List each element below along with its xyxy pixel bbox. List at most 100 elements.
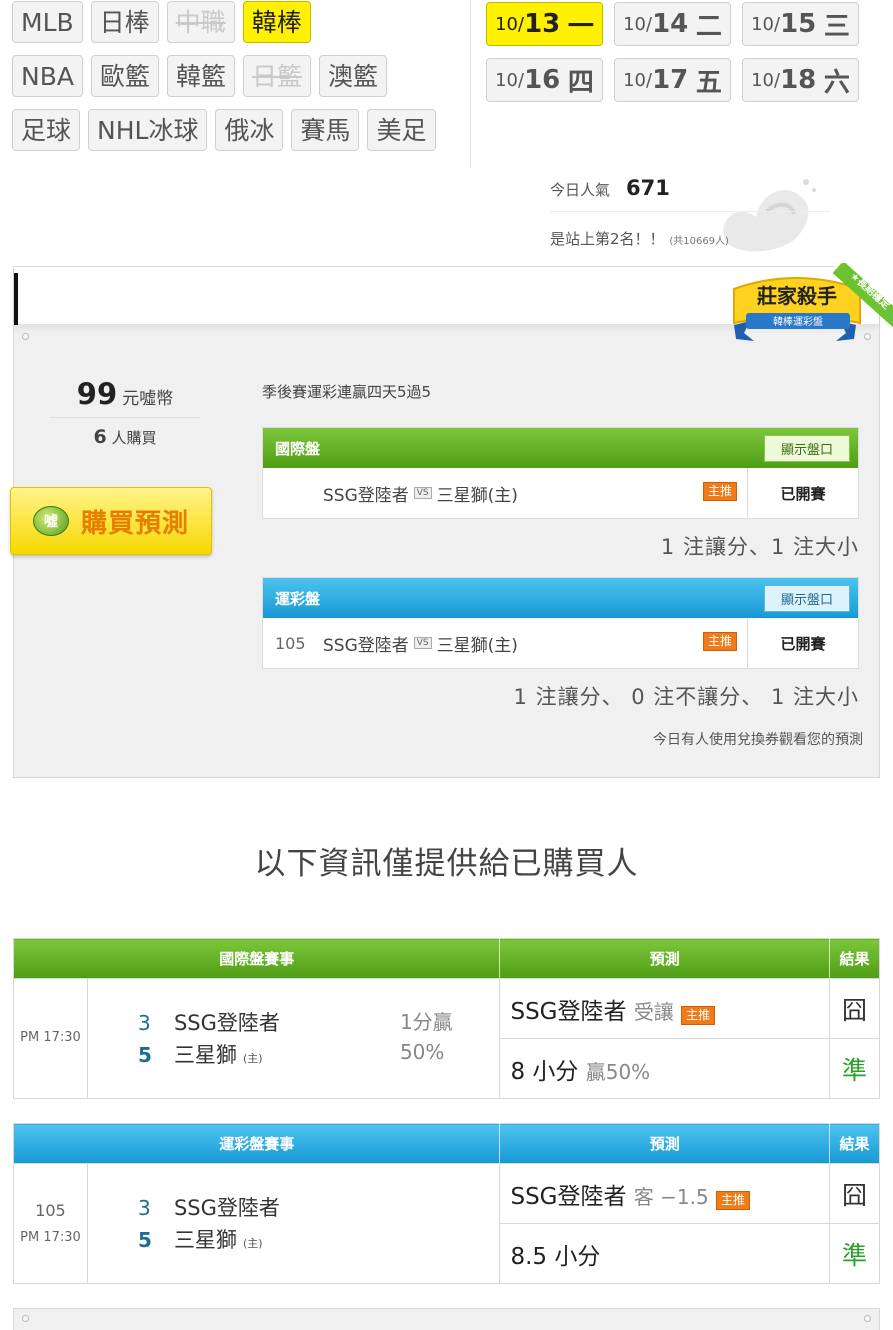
league-aus-basketball-button[interactable]: 澳籃 xyxy=(319,55,388,97)
league-khl-button[interactable]: 俄冰 xyxy=(215,109,284,151)
home-score: 5 xyxy=(137,1042,152,1067)
header-accent-bar xyxy=(14,273,18,325)
buyers-label: 人購買 xyxy=(111,429,157,447)
divider xyxy=(470,0,471,168)
column-header: 預測 xyxy=(499,1123,831,1164)
date-button[interactable]: 10/14 二 xyxy=(614,2,731,46)
buyers-line: 6 人購買 xyxy=(50,426,200,448)
market-game-row: SSG登陸者 VS 三星獅(主) 主推 已開賽 xyxy=(263,468,858,518)
league-soccer-button[interactable]: 足球 xyxy=(12,109,81,151)
date-day: 14 xyxy=(652,9,689,39)
game-cell: 3 SSG登陸者 5 三星獅 (主) 1分贏 50% xyxy=(86,978,501,1099)
column-header: 結果 xyxy=(829,938,880,979)
league-horse-racing-button[interactable]: 賽馬 xyxy=(291,109,360,151)
home-team: 三星獅 xyxy=(173,1227,237,1252)
result-cell: 囧 xyxy=(829,978,880,1039)
game-result: 1分贏 50% xyxy=(400,1007,453,1067)
game-number: 105 xyxy=(35,1200,66,1220)
league-kbo-button[interactable]: 韓棒 xyxy=(242,1,311,43)
popularity-label: 今日人氣 xyxy=(550,181,611,199)
intl-market-box: 國際盤 顯示盤口 SSG登陸者 VS 三星獅(主) 主推 已開賽 xyxy=(262,427,859,519)
date-weekday: 四 xyxy=(567,67,594,98)
game-cell: 3 SSG登陸者 5 三星獅 (主) xyxy=(86,1163,501,1284)
game-status: 已開賽 xyxy=(780,634,826,653)
date-selector: 10/13 一 10/14 二 10/15 三 10/16 四 10/17 五 … xyxy=(486,0,886,114)
league-nba-button[interactable]: NBA xyxy=(12,55,83,97)
home-team-line: 5 三星獅 (主) xyxy=(88,1224,500,1256)
divider xyxy=(50,417,200,418)
away-score: 3 xyxy=(137,1010,151,1035)
date-row: 10/16 四 10/17 五 10/18 六 xyxy=(486,58,886,102)
prediction-cell: 8 小分 贏50% xyxy=(499,1038,831,1099)
home-team: 三星獅(主) xyxy=(436,635,518,656)
intl-market-title: 國際盤 xyxy=(275,439,321,458)
league-row: NBA 歐籃 韓籃 日籃 澳籃 xyxy=(12,55,472,97)
league-euro-basketball-button[interactable]: 歐籃 xyxy=(90,55,159,97)
league-row: 足球 NHL冰球 俄冰 賽馬 美足 xyxy=(12,109,472,151)
away-team: SSG登陸者 xyxy=(323,485,409,506)
price-line: 99 元噓幣 xyxy=(50,377,200,411)
away-team-line: 3 SSG登陸者 xyxy=(88,1192,500,1224)
featured-pick-badge: 主推 xyxy=(703,482,738,501)
lottery-result-table: 運彩盤賽事 預測 結果 105 PM 17:30 3 SSG登陸者 5 三星獅 (… xyxy=(13,1123,880,1284)
price-unit: 元噓幣 xyxy=(122,389,174,409)
column-header: 結果 xyxy=(829,1123,880,1164)
league-japan-basketball-button: 日籃 xyxy=(243,55,312,97)
date-button[interactable]: 10/13 一 xyxy=(486,2,603,46)
buy-prediction-button[interactable]: 噓 購買預測 xyxy=(10,487,212,555)
away-team: SSG登陸者 xyxy=(173,1195,280,1220)
vs-icon: VS xyxy=(413,637,432,649)
total-users: (共10669人) xyxy=(669,236,729,247)
column-header: 運彩盤賽事 xyxy=(13,1123,501,1164)
date-weekday: 三 xyxy=(823,11,850,42)
league-cpbl-button: 中職 xyxy=(166,1,235,43)
result-line: 1分贏 xyxy=(399,1010,453,1034)
result-cell: 囧 xyxy=(829,1163,880,1224)
prediction-cell: SSG登陸者 受讓 主推 xyxy=(499,978,831,1039)
popularity-line: 今日人氣 671 xyxy=(550,176,830,212)
league-mlb-button[interactable]: MLB xyxy=(12,1,83,43)
date-row: 10/13 一 10/14 二 10/15 三 xyxy=(486,2,886,46)
league-korea-basketball-button[interactable]: 韓籃 xyxy=(166,55,235,97)
price-value: 99 xyxy=(76,377,118,411)
table-header-row: 國際盤賽事 預測 結果 xyxy=(13,938,880,979)
home-score: 5 xyxy=(137,1227,152,1252)
date-month: 10/ xyxy=(751,13,781,35)
date-weekday: 六 xyxy=(823,67,850,98)
buy-prediction-label: 購買預測 xyxy=(80,508,189,539)
league-row: MLB 日棒 中職 韓棒 xyxy=(12,1,472,43)
date-weekday: 二 xyxy=(695,11,722,42)
date-button[interactable]: 10/15 三 xyxy=(742,2,859,46)
home-tag: (主) xyxy=(242,1236,263,1250)
prediction-main: 8.5 小分 xyxy=(510,1243,601,1270)
date-button[interactable]: 10/18 六 xyxy=(742,58,859,102)
home-tag: (主) xyxy=(242,1051,263,1065)
home-team-wrap: 三星獅 (主) xyxy=(174,1039,263,1069)
date-day: 13 xyxy=(524,9,561,39)
divider xyxy=(747,618,748,668)
rivet-icon xyxy=(22,1315,29,1322)
home-team-wrap: 三星獅 (主) xyxy=(174,1224,263,1254)
date-month: 10/ xyxy=(623,13,653,35)
league-npb-button[interactable]: 日棒 xyxy=(90,1,159,43)
lottery-market-title: 運彩盤 xyxy=(275,589,321,608)
date-button[interactable]: 10/16 四 xyxy=(486,58,603,102)
table-row: 105 PM 17:30 3 SSG登陸者 5 三星獅 (主) SSG登陸者 客 … xyxy=(13,1163,880,1284)
column-header: 預測 xyxy=(499,938,831,979)
date-button[interactable]: 10/17 五 xyxy=(614,58,731,102)
league-nfl-button[interactable]: 美足 xyxy=(367,109,436,151)
show-odds-button[interactable]: 顯示盤口 xyxy=(763,434,850,462)
lottery-bet-summary: 1 注讓分、 0 注不讓分、 1 注大小 xyxy=(513,685,859,709)
intl-result-table: 國際盤賽事 預測 結果 PM 17:30 3 SSG登陸者 5 三星獅 (主) 1… xyxy=(13,938,880,1099)
home-team: 三星獅(主) xyxy=(436,485,518,506)
show-odds-button[interactable]: 顯示盤口 xyxy=(763,584,850,612)
coin-icon: 噓 xyxy=(32,506,69,536)
prediction-panel: 莊家殺手 韓棒運彩盤 ★長期穩定 99 元噓幣 6 人購買 噓 購買預測 季後賽… xyxy=(10,263,893,778)
featured-pick-badge: 主推 xyxy=(681,1005,716,1025)
league-nhl-button[interactable]: NHL冰球 xyxy=(88,109,208,151)
away-team: SSG登陸者 xyxy=(173,1010,280,1035)
voucher-note: 今日有人使用兌換券觀看您的預測 xyxy=(653,732,863,748)
game-time: PM 17:30 xyxy=(20,1030,81,1046)
lottery-market-header: 運彩盤 顯示盤口 xyxy=(263,578,858,618)
banker-killer-badge-icon: 莊家殺手 韓棒運彩盤 ★長期穩定 xyxy=(733,263,893,341)
